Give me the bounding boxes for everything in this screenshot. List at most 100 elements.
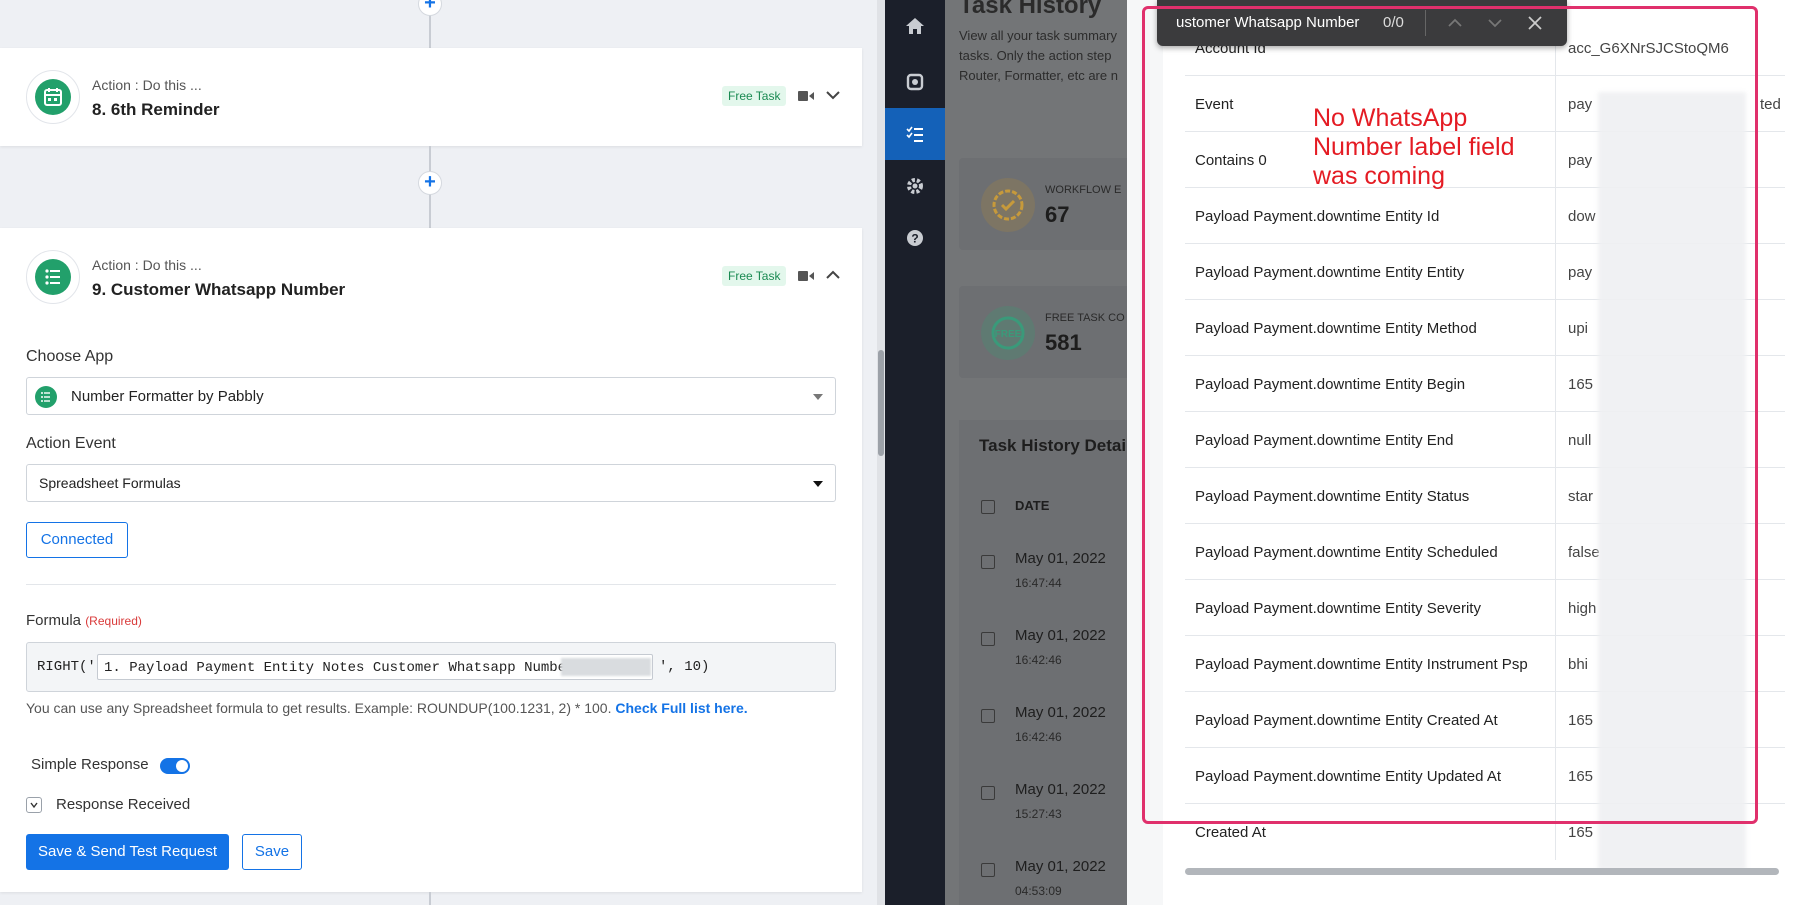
row-value: 165 [1568,824,1594,841]
row-checkbox[interactable] [981,863,995,877]
row-time: 16:42:46 [1015,653,1062,667]
required-marker: (Required) [85,614,142,628]
toggle-knob [176,760,188,772]
step-card-8[interactable]: Action : Do this ... 8. 6th Reminder Fre… [0,48,862,146]
connected-button[interactable]: Connected [26,522,128,558]
formula-chip-text: 1. Payload Payment Entity Notes Customer… [104,660,609,676]
description-line: View all your task summary [959,28,1117,43]
caret-down-icon [813,481,823,487]
row-checkbox[interactable] [981,555,995,569]
stat-value: 581 [1045,330,1082,355]
choose-app-value: Number Formatter by Pabbly [71,388,264,405]
redacted-value [561,658,651,676]
formula-label: Formula (Required) [26,612,142,629]
table-title: Task History Detai [979,436,1127,455]
row-date: May 01, 2022 [1015,704,1106,721]
free-task-badge: Free Task [722,266,787,286]
date-column-header: DATE [1015,498,1050,513]
free-task-stat-card: FREE FREE TASK CO 581 [959,286,1127,378]
save-send-test-button[interactable]: Save & Send Test Request [26,834,229,870]
step-header[interactable]: Action : Do this ... 8. 6th Reminder Fre… [0,48,862,146]
formatter-icon [35,259,71,295]
response-received-label: Response Received [56,796,191,813]
integrations-icon [906,73,924,91]
formula-input[interactable]: RIGHT(' 1. Payload Payment Entity Notes … [26,642,836,692]
hint-text: You can use any Spreadsheet formula to g… [26,700,612,716]
annotation-text: No WhatsApp Number label field was comin… [1313,104,1515,190]
step-title: 8. 6th Reminder [92,100,220,119]
step-subtitle: Action : Do this ... [92,77,202,93]
gear-icon [907,178,923,194]
svg-text:?: ? [911,232,918,246]
action-event-value: Spreadsheet Formulas [39,475,181,491]
sidebar-item-home[interactable] [885,0,945,52]
sidebar-item-integrations[interactable] [885,56,945,108]
page-title: Task History [959,0,1102,19]
add-step-button[interactable]: + [418,171,442,195]
description-line: tasks. Only the action step [959,48,1112,63]
row-checkbox[interactable] [981,709,995,723]
row-value-tail: ted [1760,96,1781,113]
row-checkbox[interactable] [981,786,995,800]
row-checkbox[interactable] [981,632,995,646]
step-icon [26,70,80,124]
row-time: 16:42:46 [1015,730,1062,744]
check-full-list-link[interactable]: Check Full list here. [615,700,747,716]
formula-label-text: Formula [26,612,82,629]
video-icon[interactable] [798,269,814,283]
row-time: 04:53:09 [1015,884,1062,898]
formatter-icon [35,386,57,408]
action-event-select[interactable]: Spreadsheet Formulas [26,464,836,502]
row-date: May 01, 2022 [1015,550,1106,567]
sidebar-item-help[interactable]: ? [885,212,945,264]
connector-line [429,892,431,905]
response-received-checkbox[interactable] [26,797,42,813]
formula-hint: You can use any Spreadsheet formula to g… [26,700,748,716]
step-subtitle: Action : Do this ... [92,257,202,273]
workflow-builder-panel: + Action : Do this ... 8. 6th Reminder F… [0,0,885,905]
formula-prefix: RIGHT(' [37,659,96,675]
row-date: May 01, 2022 [1015,781,1106,798]
free-badge-icon: FREE [981,306,1035,360]
badge-check-icon [981,178,1035,232]
stat-label: FREE TASK CO [1045,312,1125,324]
video-icon[interactable] [798,89,814,103]
free-task-badge: Free Task [722,86,787,106]
help-icon: ? [907,230,923,246]
home-icon [906,18,924,34]
row-date: May 01, 2022 [1015,627,1106,644]
action-event-label: Action Event [26,435,116,452]
step-card-9[interactable]: Action : Do this ... 9. Customer Whatsap… [0,228,862,892]
choose-app-select[interactable]: Number Formatter by Pabbly [26,377,836,415]
horizontal-scrollbar[interactable] [1185,868,1779,875]
description-line: Router, Formatter, etc are n [959,68,1118,83]
simple-response-label: Simple Response [31,756,149,773]
chevron-up-icon[interactable] [824,266,842,284]
step-header[interactable]: Action : Do this ... 9. Customer Whatsap… [0,228,862,326]
row-date: May 01, 2022 [1015,858,1106,875]
task-list-icon [906,126,923,142]
scrollbar-thumb[interactable] [878,350,884,456]
stat-value: 67 [1045,202,1070,227]
save-button[interactable]: Save [242,834,302,870]
chevron-down-icon[interactable] [824,86,842,104]
page-description: View all your task summary tasks. Only t… [959,26,1118,86]
sidebar-item-task-history[interactable] [885,108,945,160]
task-history-table: Task History Detai DATE May 01, 2022 16:… [959,420,1127,905]
sidebar-item-settings[interactable] [885,160,945,212]
add-step-button[interactable]: + [418,0,442,16]
formula-suffix: ', 10) [659,659,710,675]
select-all-checkbox[interactable] [981,500,995,514]
task-history-page: Task History View all your task summary … [945,0,1127,905]
chevron-down-icon [30,802,38,809]
formula-variable-chip[interactable]: 1. Payload Payment Entity Notes Customer… [97,654,653,680]
svg-text:FREE: FREE [995,329,1022,340]
row-key: Created At [1195,824,1266,841]
calendar-icon [35,79,71,115]
caret-down-icon [813,394,823,400]
simple-response-toggle[interactable] [160,758,190,774]
step-title: 9. Customer Whatsapp Number [92,280,346,299]
choose-app-label: Choose App [26,348,114,365]
divider [26,584,836,585]
app-sidebar: ? [885,0,945,905]
